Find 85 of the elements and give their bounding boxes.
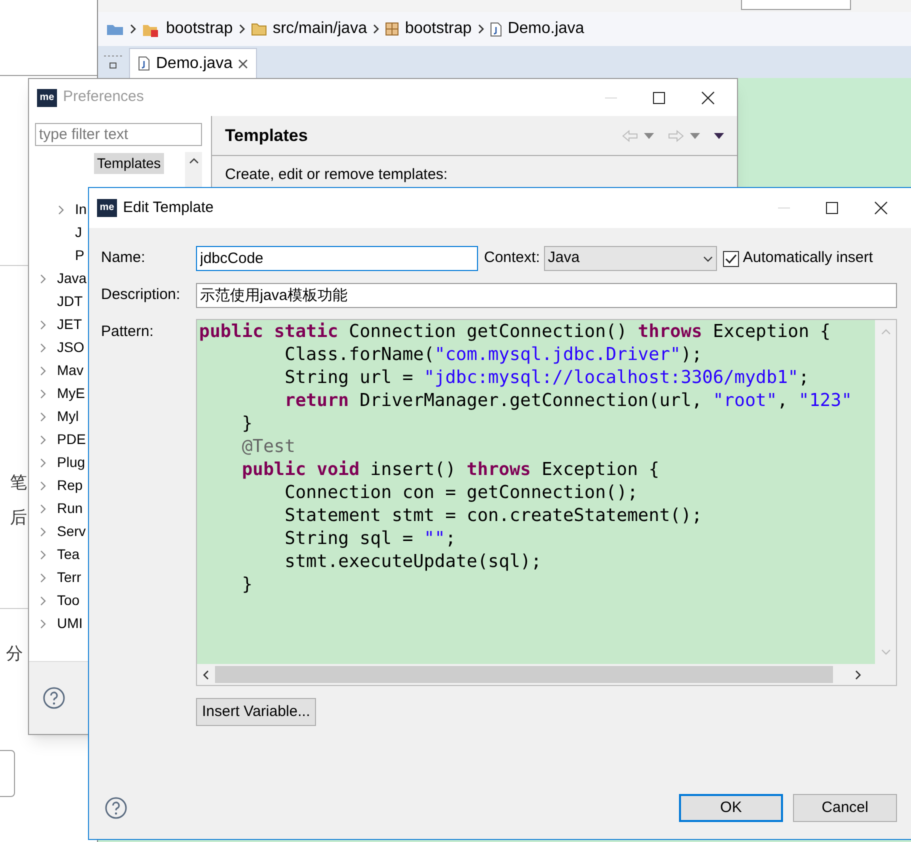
java-file-icon: [490, 22, 502, 36]
maximize-icon[interactable]: [826, 202, 838, 214]
tree-item[interactable]: J: [72, 222, 85, 243]
chevron-down-icon: [702, 256, 713, 262]
chevron-left-icon[interactable]: [203, 670, 209, 680]
tree-item[interactable]: UMI: [54, 613, 86, 634]
checkbox-label: Automatically insert: [742, 248, 873, 268]
chevron-right-icon[interactable]: [855, 670, 861, 680]
cancel-button[interactable]: Cancel: [793, 794, 897, 822]
java-file-icon: [138, 56, 150, 71]
page-text: 分: [6, 643, 23, 665]
folder-icon: [250, 22, 267, 36]
close-icon[interactable]: [874, 201, 888, 215]
help-icon[interactable]: [43, 687, 65, 709]
checkmark-icon: [724, 254, 737, 264]
help-icon[interactable]: [105, 797, 127, 819]
tree-item[interactable]: P: [72, 245, 88, 266]
caret-down-icon[interactable]: [714, 132, 724, 138]
window-title: Preferences: [63, 87, 145, 108]
tree-item[interactable]: In: [72, 199, 90, 220]
code-line: public void insert() throws Exception {: [240, 458, 660, 481]
ok-button[interactable]: OK: [679, 794, 783, 822]
quick-access-field[interactable]: [741, 0, 851, 10]
navigate-icon[interactable]: [106, 22, 124, 36]
code-line: String url = "jdbc:mysql://localhost:3306/mydb1";: [284, 366, 810, 389]
chevron-right-icon: [478, 24, 484, 34]
chevron-right-icon: [238, 24, 245, 34]
code-line: Statement stmt = con.createStatement();: [284, 504, 702, 527]
code-line: return DriverManager.getConnection(url, "root", "123": [284, 389, 852, 412]
restore-icon[interactable]: [102, 54, 124, 70]
page-text: 后: [10, 507, 27, 529]
code-line: Class.forName("com.mysql.jdbc.Driver");: [284, 343, 702, 366]
page-text: 笔: [10, 472, 27, 494]
page-description: Create, edit or remove templates:: [224, 165, 449, 185]
app-icon: me: [37, 88, 57, 106]
breadcrumb-item[interactable]: bootstrap: [166, 17, 233, 41]
tree-item[interactable]: Run: [54, 498, 86, 519]
description-field[interactable]: 示范使用java模板功能: [196, 283, 897, 308]
filter-field[interactable]: type filter text: [35, 123, 202, 146]
tree-item[interactable]: Mav: [54, 360, 86, 381]
tree-item[interactable]: JET: [54, 314, 85, 335]
app-icon: me: [97, 199, 117, 217]
code-line: }: [240, 573, 253, 596]
pattern-editor[interactable]: [196, 319, 897, 686]
breadcrumb-item[interactable]: bootstrap: [404, 17, 472, 41]
checkbox[interactable]: [722, 250, 739, 266]
tree-item[interactable]: Templates: [94, 153, 164, 174]
field-label: Context:: [484, 248, 540, 268]
breadcrumb-item[interactable]: Demo.java: [508, 17, 584, 41]
code-line: public static Connection getConnection() throws Exception {: [199, 320, 831, 343]
field-label: Description:: [101, 285, 182, 306]
field-label: Pattern:: [101, 322, 155, 342]
chevron-up-icon[interactable]: [188, 158, 198, 164]
close-icon[interactable]: [701, 90, 715, 104]
tree-item[interactable]: Java: [54, 268, 90, 289]
code-line: }: [240, 412, 253, 435]
tree-item[interactable]: Myl: [54, 406, 82, 427]
chevron-right-icon: [372, 24, 379, 34]
chevron-right-icon: [130, 24, 136, 34]
maximize-icon[interactable]: [653, 92, 665, 104]
tree-item[interactable]: Serv: [54, 521, 89, 542]
breadcrumb-item[interactable]: src/main/java: [272, 17, 367, 41]
code-line: Connection con = getConnection();: [284, 481, 638, 504]
tree-item[interactable]: Plug: [54, 452, 88, 473]
tree-item[interactable]: Terr: [54, 567, 84, 588]
editor-tab[interactable]: Demo.java: [129, 48, 258, 78]
tree-item[interactable]: Tea: [54, 544, 83, 565]
scrollbar-thumb[interactable]: [215, 666, 833, 683]
tree-item[interactable]: Too: [54, 590, 83, 611]
tree-item[interactable]: PDE: [54, 429, 89, 450]
code-line: String sql = "";: [284, 527, 456, 550]
window-title: Edit Template: [123, 198, 215, 218]
tree-item[interactable]: JSO: [54, 337, 88, 358]
name-field[interactable]: jdbcCode: [196, 246, 478, 271]
field-label: Name:: [101, 248, 146, 268]
tree-item[interactable]: MyE: [54, 383, 88, 404]
page-title: Templates: [225, 124, 309, 147]
package-icon: [384, 22, 399, 36]
tree-item[interactable]: JDT: [54, 291, 86, 312]
tree-item[interactable]: Rep: [54, 475, 86, 496]
context-dropdown[interactable]: Java: [544, 246, 717, 271]
close-icon[interactable]: [238, 58, 248, 68]
code-line: @Test: [240, 435, 296, 458]
code-line: stmt.executeUpdate(sql);: [284, 550, 542, 573]
insert-variable-button[interactable]: Insert Variable...: [196, 698, 316, 726]
